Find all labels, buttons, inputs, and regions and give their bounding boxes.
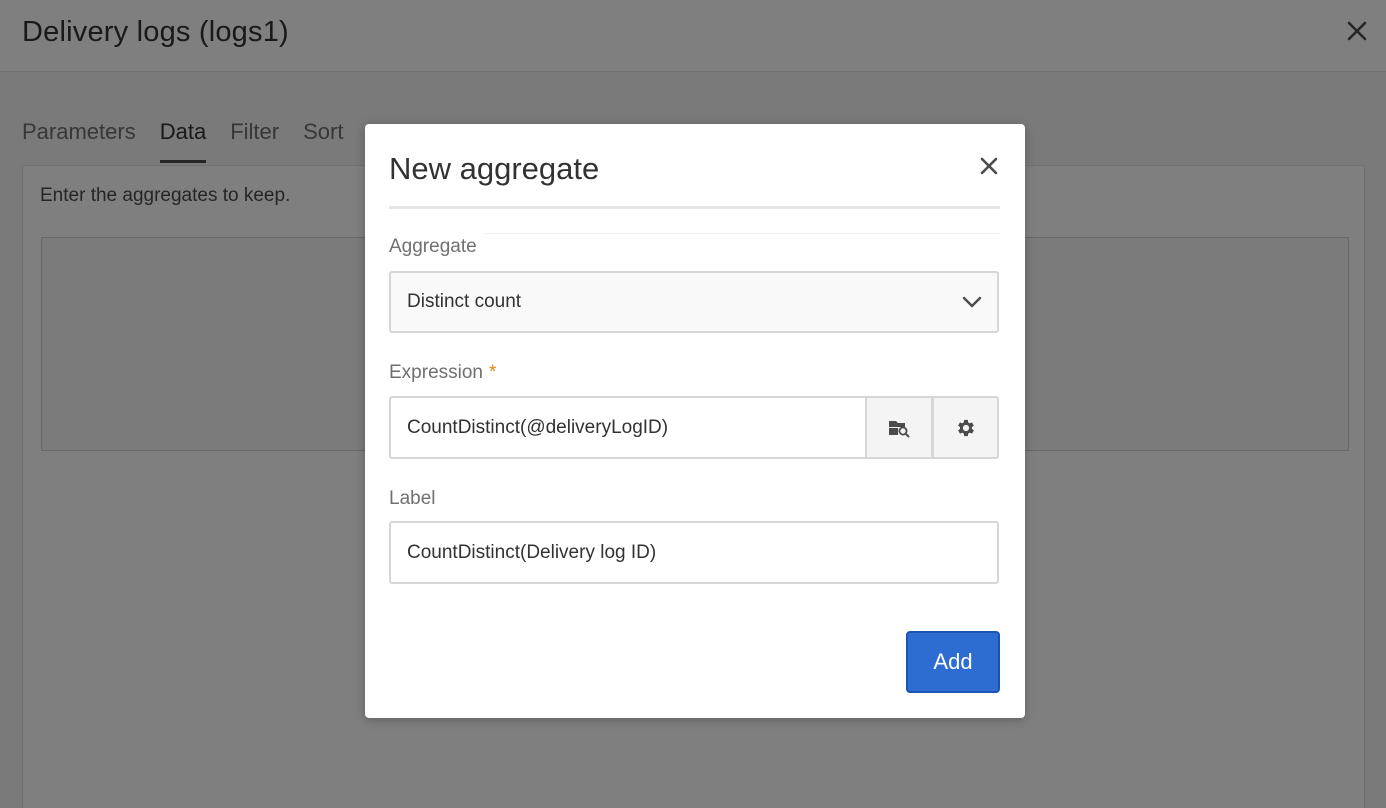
expression-input[interactable] bbox=[389, 396, 867, 459]
label-field-label: Label bbox=[389, 488, 436, 509]
expression-label-text: Expression bbox=[389, 362, 483, 383]
aggregate-select[interactable]: Distinct count bbox=[389, 271, 999, 333]
gear-icon bbox=[957, 419, 974, 436]
chevron-down-icon bbox=[962, 296, 982, 308]
expression-settings-button[interactable] bbox=[932, 396, 999, 459]
dialog-divider bbox=[389, 206, 1000, 209]
add-button[interactable]: Add bbox=[906, 631, 1000, 693]
aggregate-label: Aggregate bbox=[389, 236, 477, 257]
aggregate-select-value: Distinct count bbox=[407, 291, 522, 312]
close-icon[interactable] bbox=[978, 155, 1000, 177]
app-window: Delivery logs (logs1) Parameters Data Fi… bbox=[0, 0, 1386, 808]
label-input[interactable] bbox=[389, 521, 999, 584]
new-aggregate-dialog: New aggregate Aggregate Distinct count E… bbox=[365, 124, 1025, 718]
expression-browse-button[interactable] bbox=[865, 396, 932, 459]
required-indicator: * bbox=[489, 362, 497, 383]
dialog-title: New aggregate bbox=[389, 151, 600, 186]
folder-search-icon bbox=[889, 420, 910, 437]
expression-label: Expression * bbox=[389, 362, 496, 384]
dialog-divider-thin bbox=[485, 233, 1000, 234]
